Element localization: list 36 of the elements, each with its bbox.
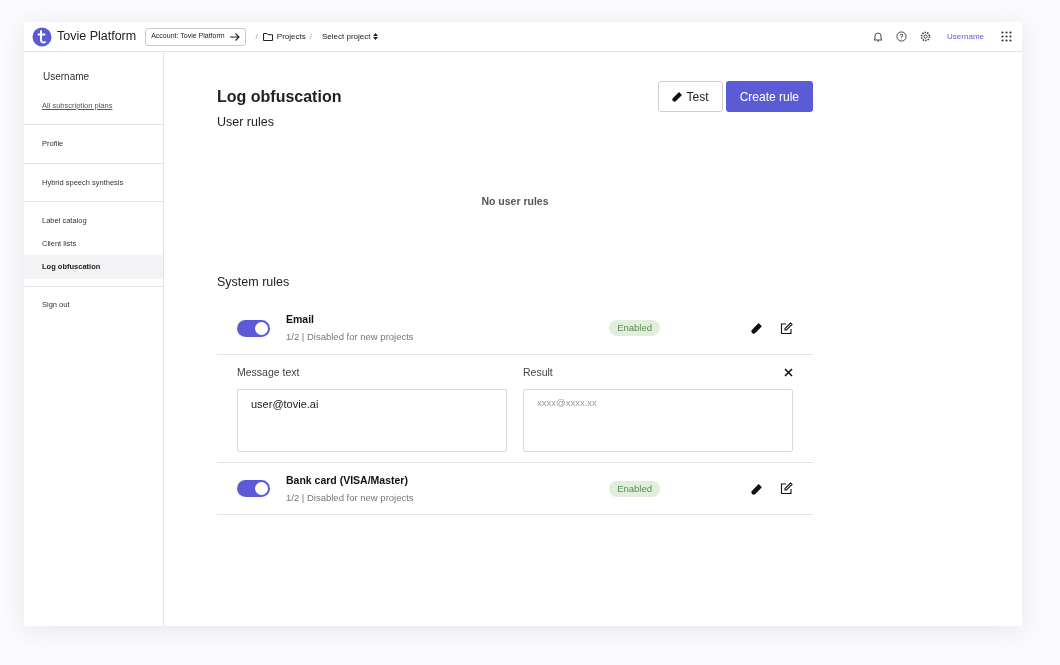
test-button[interactable]: Test [657,81,723,112]
folder-icon [262,32,273,41]
field-label: Message text [237,364,301,380]
page-title: Log obfuscation [217,86,343,107]
toggle-switch[interactable] [237,319,270,337]
create-rule-button[interactable]: Create rule [725,81,813,112]
rule-description: 1/2 | Disabled for new projects [286,490,415,505]
settings-icon[interactable] [920,31,932,42]
sidebar-username: Username [42,70,91,84]
close-icon[interactable] [784,367,793,377]
rule-description: 1/2 | Disabled for new projects [286,329,415,344]
username-link[interactable]: Username [947,30,984,43]
breadcrumb-separator: / [255,30,258,43]
rule-name: Email [286,312,315,327]
edit-icon[interactable] [780,482,793,496]
status-badge: Enabled [609,480,660,497]
user-rules-heading: User rules [217,114,275,131]
rule-name: Bank card (VISA/Master) [286,472,409,488]
help-icon[interactable] [896,31,908,42]
breadcrumb-separator: / [309,30,312,43]
status-badge: Enabled [609,319,660,337]
logo-icon [32,26,52,47]
toggle-switch[interactable] [237,480,270,498]
empty-state-text: No user rules [481,194,549,210]
result-field[interactable]: xxxx@xxxx.xx [523,389,793,453]
apps-grid-icon[interactable] [1001,31,1012,42]
logo-text: Tovie Platform [57,28,137,46]
arrow-right-icon [229,32,240,41]
field-label: Result [523,364,554,380]
system-rules-heading: System rules [217,273,291,291]
projects-link[interactable]: Projects [276,30,306,43]
project-select[interactable]: Select project [322,30,379,43]
message-text-field[interactable]: user@tovie.ai [237,389,507,453]
edit-icon[interactable] [780,321,793,335]
sort-caret-icon [373,33,379,40]
notification-bell-icon[interactable] [873,31,884,42]
